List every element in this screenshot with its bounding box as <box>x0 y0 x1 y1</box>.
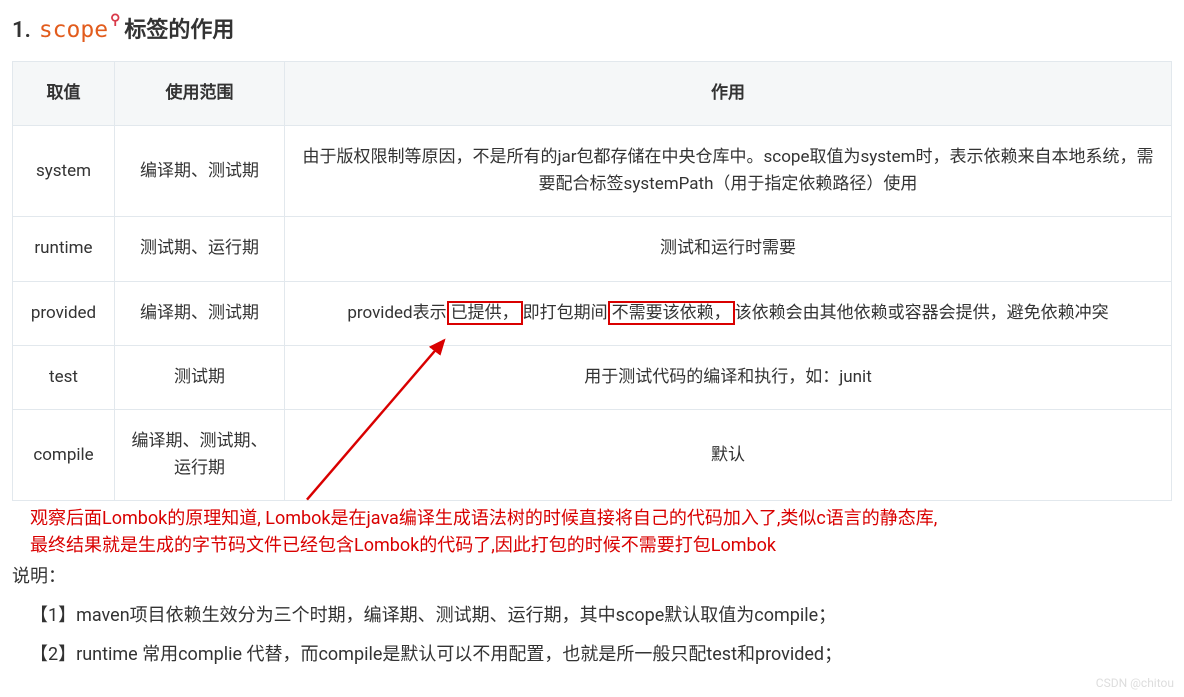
header-col1: 取值 <box>13 61 115 125</box>
header-col3: 作用 <box>285 61 1172 125</box>
cell-scope: 测试期、运行期 <box>115 217 285 281</box>
highlight-box: 不需要该依赖， <box>608 301 735 325</box>
cell-value: test <box>13 345 115 409</box>
cell-scope: 编译期、测试期、运行期 <box>115 409 285 500</box>
cell-scope: 测试期 <box>115 345 285 409</box>
table-row: compile 编译期、测试期、运行期 默认 <box>13 409 1172 500</box>
watermark: CSDN @chitou <box>1096 674 1174 693</box>
table-wrapper: 取值 使用范围 作用 system 编译期、测试期 由于版权限制等原因，不是所有… <box>12 61 1172 502</box>
section-heading: 1. scope ⚲ 标签的作用 <box>12 12 1172 49</box>
search-icon: ⚲ <box>110 9 120 31</box>
table-header-row: 取值 使用范围 作用 <box>13 61 1172 125</box>
text-part: provided表示 <box>347 303 446 323</box>
text-part: 即打包期间 <box>523 303 608 323</box>
table-row: system 编译期、测试期 由于版权限制等原因，不是所有的jar包都存储在中央… <box>13 125 1172 216</box>
table-row: runtime 测试期、运行期 测试和运行时需要 <box>13 217 1172 281</box>
table-row: provided 编译期、测试期 provided表示已提供，即打包期间不需要该… <box>13 281 1172 345</box>
cell-desc: 由于版权限制等原因，不是所有的jar包都存储在中央仓库中。scope取值为sys… <box>285 125 1172 216</box>
description-item: 【2】runtime 常用complie 代替，而compile是默认可以不用配… <box>12 641 1172 670</box>
cell-scope: 编译期、测试期 <box>115 281 285 345</box>
heading-text: 标签的作用 <box>124 13 234 48</box>
scope-table: 取值 使用范围 作用 system 编译期、测试期 由于版权限制等原因，不是所有… <box>12 61 1172 502</box>
annotation-text: 观察后面Lombok的原理知道, Lombok是在java编译生成语法树的时候直… <box>12 505 1172 559</box>
cell-value: compile <box>13 409 115 500</box>
description-item: 【1】maven项目依赖生效分为三个时期，编译期、测试期、运行期，其中scope… <box>12 602 1172 631</box>
annotation-line: 最终结果就是生成的字节码文件已经包含Lombok的代码了,因此打包的时候不需要打… <box>30 532 1172 559</box>
cell-desc-provided: provided表示已提供，即打包期间不需要该依赖，该依赖会由其他依赖或容器会提… <box>285 281 1172 345</box>
cell-value: runtime <box>13 217 115 281</box>
description-label: 说明： <box>12 563 1172 592</box>
heading-scope-word: scope <box>39 12 108 49</box>
cell-desc: 默认 <box>285 409 1172 500</box>
heading-number: 1. <box>12 13 31 48</box>
cell-desc: 测试和运行时需要 <box>285 217 1172 281</box>
table-row: test 测试期 用于测试代码的编译和执行，如：junit <box>13 345 1172 409</box>
annotation-line: 观察后面Lombok的原理知道, Lombok是在java编译生成语法树的时候直… <box>30 505 1172 532</box>
header-col2: 使用范围 <box>115 61 285 125</box>
cell-value: system <box>13 125 115 216</box>
cell-scope: 编译期、测试期 <box>115 125 285 216</box>
cell-value: provided <box>13 281 115 345</box>
text-part: 该依赖会由其他依赖或容器会提供，避免依赖冲突 <box>735 303 1109 323</box>
cell-desc: 用于测试代码的编译和执行，如：junit <box>285 345 1172 409</box>
highlight-box: 已提供， <box>447 301 523 325</box>
